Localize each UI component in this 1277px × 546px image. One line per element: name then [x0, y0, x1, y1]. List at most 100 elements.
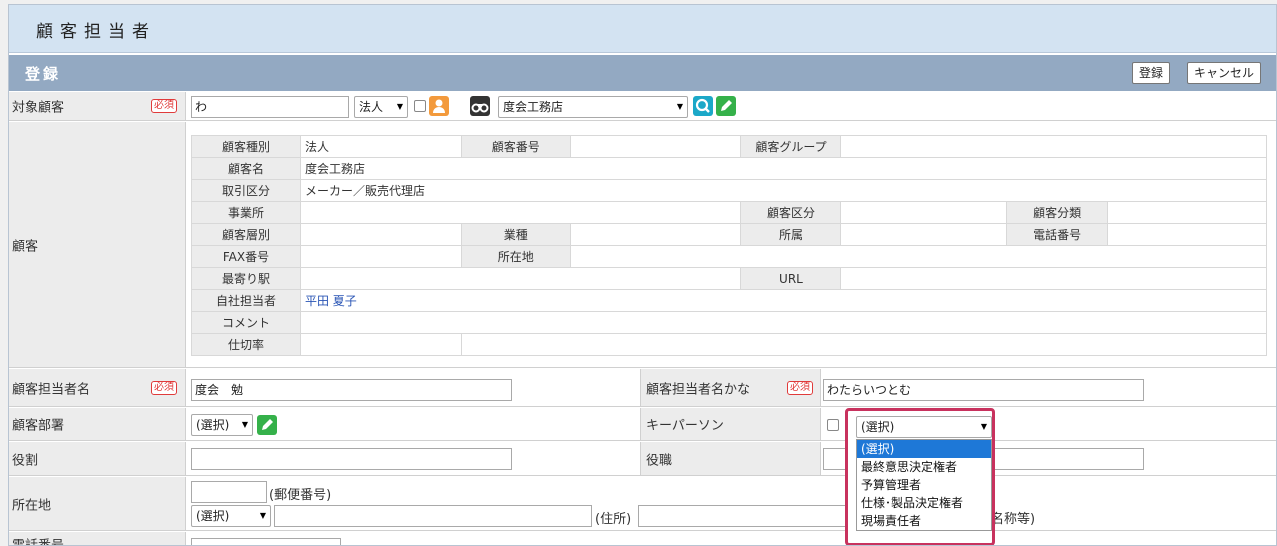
chevron-down-icon: ▼	[676, 102, 683, 111]
option-spec-decision-maker[interactable]: 仕様･製品決定権者	[857, 494, 991, 512]
cell-header: 取引区分	[191, 179, 301, 202]
cell-value	[569, 135, 742, 158]
keyperson-dropdown-highlight: (選択) ▼ (選択) 最終意思決定権者 予算管理者 仕様･製品決定権者 現場責任…	[845, 408, 995, 545]
table-row: 取引区分 メーカー／販売代理店	[191, 179, 1268, 202]
prefecture-select[interactable]: (選択) ▼	[191, 505, 271, 527]
cell-value	[840, 201, 1008, 224]
cell-header: 自社担当者	[191, 289, 301, 312]
customer-info-table: 顧客種別 法人 顧客番号 顧客グループ 顧客名 度会工務店 取引区分 メーカー／…	[191, 135, 1268, 356]
table-row: 事業所 顧客区分 顧客分類	[191, 201, 1267, 224]
cell-value	[299, 201, 742, 224]
phone-label: 電話番号	[12, 538, 65, 546]
cell-value: 度会工務店	[299, 157, 1268, 180]
cell-value	[569, 245, 1268, 268]
cell-value: 法人	[299, 135, 462, 158]
customer-select-value: 度会工務店	[503, 100, 564, 114]
cell-empty	[460, 333, 1268, 356]
chevron-down-icon: ▼	[396, 102, 403, 111]
cell-value	[840, 267, 1267, 290]
department-label: 顧客部署	[12, 418, 65, 434]
cell-header: URL	[740, 267, 842, 290]
postal-code-input[interactable]	[191, 481, 267, 503]
cell-value	[299, 267, 742, 290]
label-cell: 役割	[9, 442, 186, 475]
row-target-customer: 対象顧客 必須 わ 法人 ▼ 度会工務店 ▼	[9, 92, 1276, 121]
table-row: 仕切率	[191, 333, 1268, 356]
cell-value: メーカー／販売代理店	[299, 179, 1268, 202]
title-label: 役職	[646, 453, 673, 468]
cell-value	[840, 223, 1008, 246]
phone-input[interactable]	[191, 538, 341, 545]
cell-value	[1107, 223, 1267, 246]
chevron-down-icon: ▼	[241, 420, 248, 429]
person-icon[interactable]	[429, 96, 449, 116]
address-suffix: (住所)	[595, 512, 632, 527]
label-cell: 顧客担当者名かな 必須	[640, 369, 821, 406]
label-cell: 対象顧客 必須	[9, 92, 186, 120]
cell-header: 顧客区分	[740, 201, 842, 224]
label-cell: 顧客部署	[9, 408, 186, 440]
cell-header: 顧客グループ	[740, 135, 842, 158]
customer-type-select[interactable]: 法人 ▼	[354, 96, 408, 118]
address-label: 所在地	[12, 498, 52, 513]
cell-value	[299, 311, 1268, 334]
cell-header: 顧客分類	[1006, 201, 1109, 224]
binoculars-icon[interactable]	[470, 96, 490, 116]
cell-header: 事業所	[191, 201, 301, 224]
building-input[interactable]	[638, 505, 848, 527]
customer-search-input[interactable]: わ	[191, 96, 349, 118]
cell-value	[299, 245, 462, 268]
row-role: 役割 役職	[9, 442, 1276, 476]
customer-select[interactable]: 度会工務店 ▼	[498, 96, 688, 118]
cell-header: 顧客層別	[191, 223, 301, 246]
keyperson-label: キーパーソン	[646, 418, 724, 434]
option-site-manager[interactable]: 現場責任者	[857, 512, 991, 530]
cancel-button[interactable]: キャンセル	[1187, 62, 1262, 84]
edit-pencil-icon[interactable]	[257, 415, 277, 435]
cell-value	[840, 135, 1267, 158]
table-row: コメント	[191, 311, 1268, 334]
section-bar: 登録 登録 キャンセル	[9, 55, 1276, 91]
option-budget-manager[interactable]: 予算管理者	[857, 476, 991, 494]
table-row: 自社担当者 平田 夏子	[191, 289, 1268, 312]
edit-pencil-icon[interactable]	[716, 96, 736, 116]
customer-type-value: 法人	[359, 100, 384, 114]
corporate-checkbox[interactable]	[414, 100, 426, 112]
row-contact-name: 顧客担当者名 必須 度会 勉 顧客担当者名かな 必須 わたらいつとむ	[9, 369, 1276, 407]
table-row: 最寄り駅 URL	[191, 267, 1267, 290]
option-select[interactable]: (選択)	[857, 440, 991, 458]
contact-name-input[interactable]: 度会 勉	[191, 379, 512, 401]
search-icon[interactable]	[693, 96, 713, 116]
register-button[interactable]: 登録	[1132, 62, 1171, 84]
row-department: 顧客部署 (選択) ▼ キーパーソン	[9, 408, 1276, 441]
address-input[interactable]	[274, 505, 592, 527]
cell-header: 最寄り駅	[191, 267, 301, 290]
cell-header: 顧客名	[191, 157, 301, 180]
page-title: 顧客担当者	[36, 22, 156, 42]
department-select[interactable]: (選択) ▼	[191, 414, 253, 436]
contact-kana-input[interactable]: わたらいつとむ	[823, 379, 1144, 401]
sales-rep-link[interactable]: 平田 夏子	[299, 289, 1268, 312]
cell-header: FAX番号	[191, 245, 301, 268]
cell-header: 顧客種別	[191, 135, 301, 158]
main-frame: 顧客担当者 登録 登録 キャンセル 対象顧客 必須 わ 法人 ▼ 度会工務店 ▼	[8, 4, 1277, 546]
target-customer-label: 対象顧客	[12, 100, 65, 116]
postal-code-suffix: (郵便番号)	[269, 488, 332, 503]
required-badge: 必須	[787, 381, 813, 395]
cell-value	[299, 223, 462, 246]
required-badge: 必須	[151, 381, 177, 395]
keyperson-checkbox[interactable]	[827, 419, 839, 431]
keyperson-select[interactable]: (選択) ▼	[856, 416, 992, 438]
option-final-decision-maker[interactable]: 最終意思決定権者	[857, 458, 991, 476]
label-cell: 電話番号	[9, 532, 186, 546]
row-address: 所在地 (郵便番号) (選択) ▼ (住所) 名称等)	[9, 477, 1276, 531]
label-cell: キーパーソン	[640, 408, 821, 440]
row-phone: 電話番号	[9, 532, 1276, 546]
table-row: FAX番号 所在地	[191, 245, 1268, 268]
chevron-down-icon: ▼	[259, 511, 266, 520]
role-input[interactable]	[191, 448, 512, 470]
page-header: 顧客担当者	[9, 5, 1276, 53]
label-cell: 役職	[640, 442, 821, 475]
department-select-value: (選択)	[196, 418, 230, 432]
cell-value	[569, 223, 742, 246]
